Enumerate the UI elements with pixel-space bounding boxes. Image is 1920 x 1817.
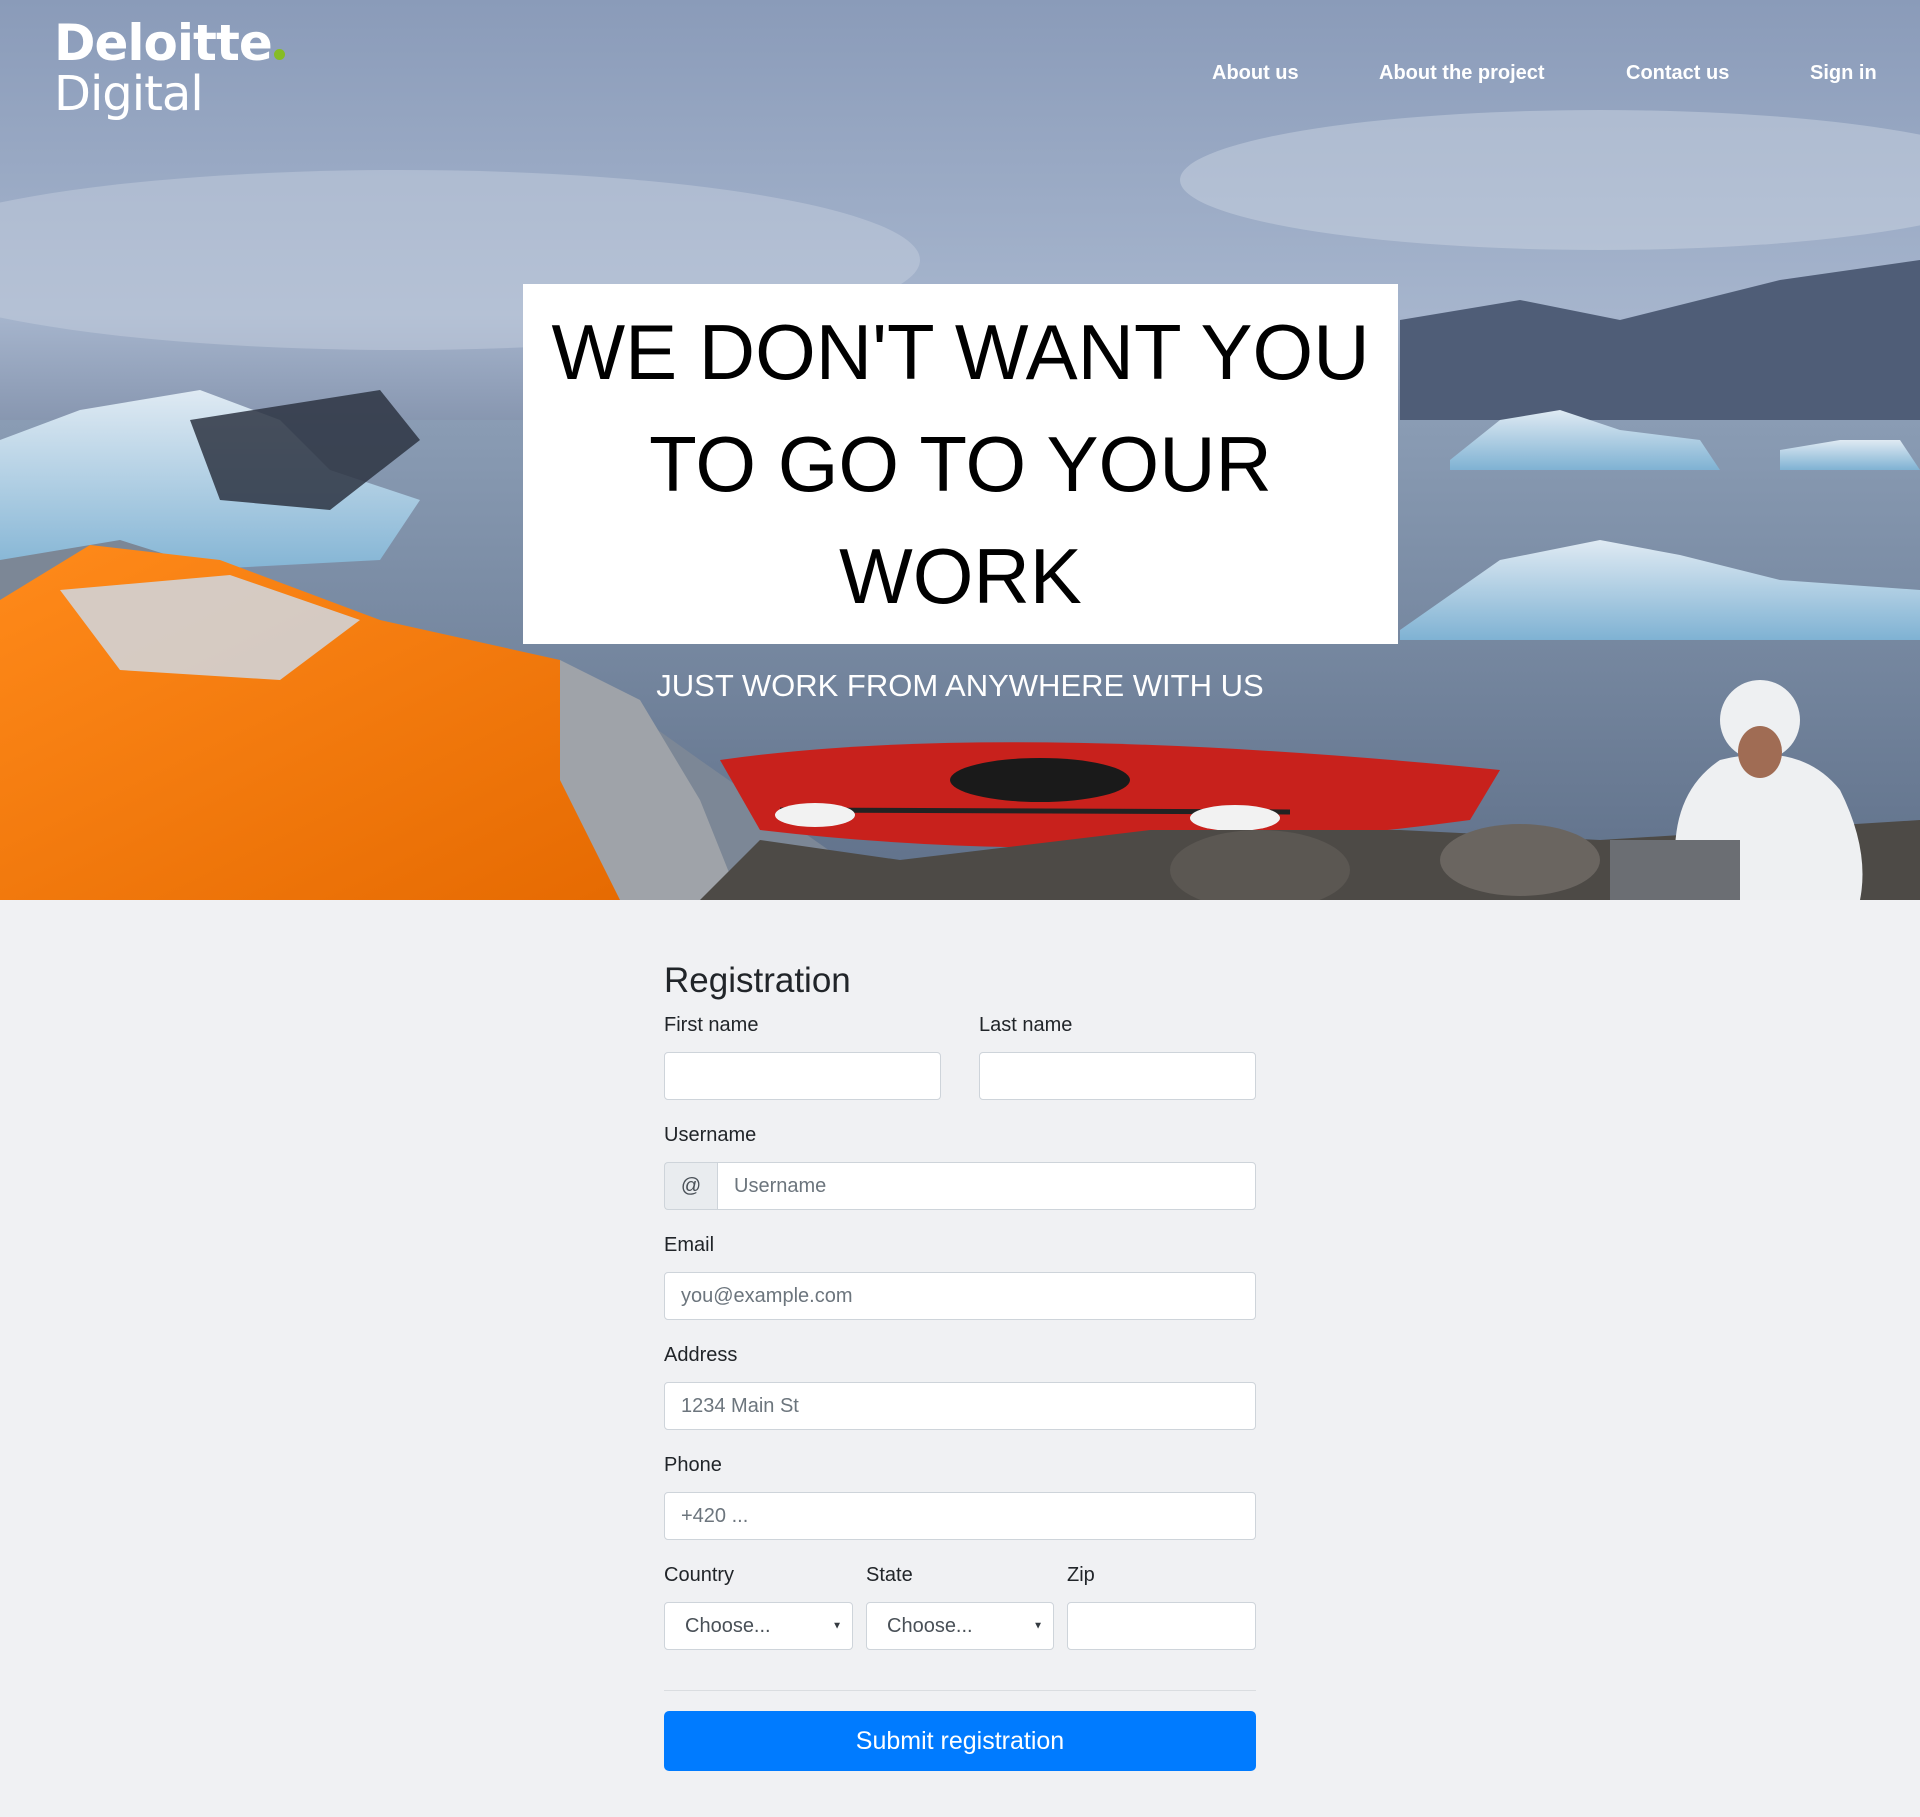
logo-green-dot	[273, 49, 285, 60]
state-select[interactable]: Choose... ▼	[866, 1602, 1054, 1650]
form-divider	[664, 1690, 1256, 1691]
nav-about-the-project[interactable]: About the project	[1379, 62, 1545, 85]
zip-group: Zip	[1067, 1563, 1256, 1650]
address-label: Address	[664, 1344, 738, 1366]
phone-label: Phone	[664, 1454, 722, 1476]
nav-sign-in[interactable]: Sign in	[1810, 62, 1877, 85]
registration-form: Registration First name Last name Userna…	[664, 958, 1256, 1771]
at-sign-prefix: @	[664, 1162, 717, 1210]
form-title: Registration	[664, 961, 851, 1000]
phone-input[interactable]	[664, 1492, 1256, 1540]
first-name-label: First name	[664, 1014, 759, 1036]
state-label: State	[866, 1564, 913, 1586]
location-row: Country Choose... ▼ State Choose... ▼ Zi…	[664, 1563, 1256, 1650]
email-label: Email	[664, 1234, 715, 1256]
headline-box: WE DON'T WANT YOU TO GO TO YOUR WORK	[523, 284, 1398, 644]
country-selected-value: Choose...	[685, 1614, 771, 1637]
state-group: State Choose... ▼	[866, 1563, 1054, 1650]
nav-contact-us[interactable]: Contact us	[1626, 62, 1729, 85]
caret-down-icon: ▼	[832, 1620, 842, 1632]
nav-about-us[interactable]: About us	[1212, 62, 1299, 85]
hero-subheadline: JUST WORK FROM ANYWHERE WITH US	[656, 668, 1264, 703]
country-group: Country Choose... ▼	[664, 1563, 853, 1650]
country-label: Country	[664, 1564, 735, 1586]
address-group: Address	[664, 1343, 1256, 1430]
username-group: Username @	[664, 1123, 1256, 1210]
username-input[interactable]	[717, 1162, 1256, 1210]
country-select[interactable]: Choose... ▼	[664, 1602, 853, 1650]
email-input[interactable]	[664, 1272, 1256, 1320]
last-name-group: Last name	[979, 1013, 1256, 1100]
username-label: Username	[664, 1124, 757, 1146]
first-name-input[interactable]	[664, 1052, 941, 1100]
hero-banner: Deloitte Digital About us About the proj…	[0, 0, 1920, 900]
zip-label: Zip	[1067, 1564, 1095, 1586]
name-row: First name Last name	[664, 1013, 1256, 1100]
submit-registration-button[interactable]: Submit registration	[664, 1711, 1256, 1771]
zip-input[interactable]	[1067, 1602, 1256, 1650]
caret-down-icon: ▼	[1033, 1620, 1043, 1632]
top-nav: About us About the project Contact us Si…	[0, 62, 1920, 92]
first-name-group: First name	[664, 1013, 941, 1100]
last-name-label: Last name	[979, 1014, 1073, 1036]
email-group: Email	[664, 1233, 1256, 1320]
address-input[interactable]	[664, 1382, 1256, 1430]
state-selected-value: Choose...	[887, 1614, 973, 1637]
hero-headline: WE DON'T WANT YOU TO GO TO YOUR WORK	[551, 308, 1370, 620]
phone-group: Phone	[664, 1453, 1256, 1540]
username-input-group: @	[664, 1162, 1256, 1210]
last-name-input[interactable]	[979, 1052, 1256, 1100]
